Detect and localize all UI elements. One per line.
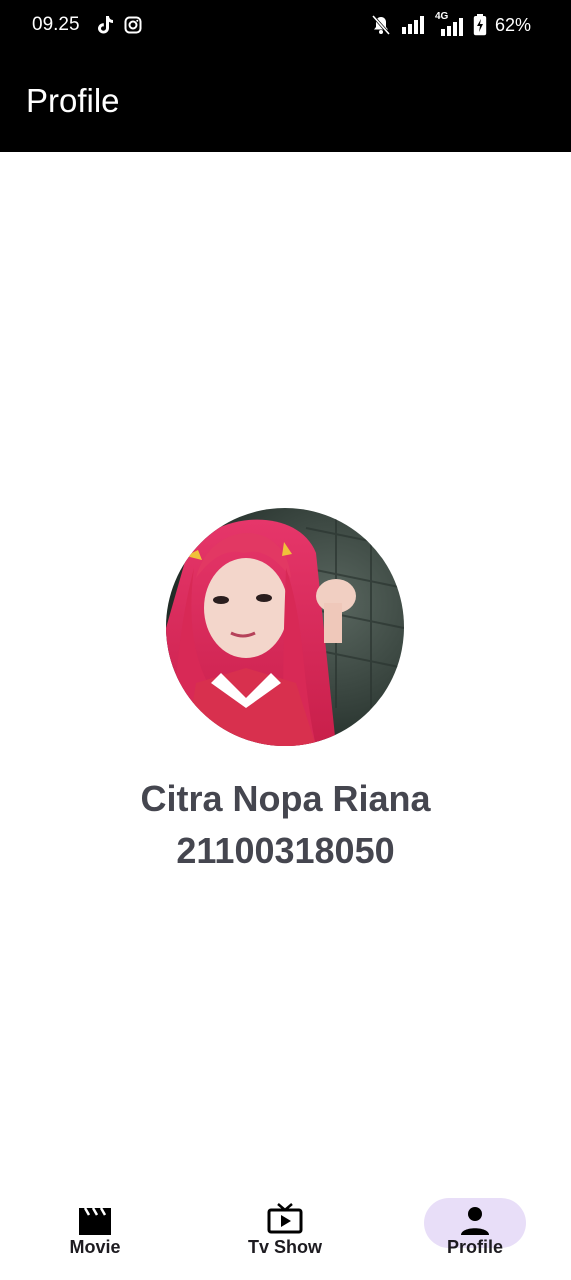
- nav-label-profile: Profile: [446, 1237, 503, 1257]
- signal-icon: [401, 16, 425, 34]
- movie-clapper-icon: [79, 1207, 111, 1235]
- status-time: 09.25: [32, 14, 80, 35]
- battery-percent: 62%: [494, 14, 531, 35]
- status-system-icons: 4G 62%: [369, 11, 531, 36]
- status-notification-icons: [96, 15, 142, 40]
- nav-item-movie[interactable]: Movie: [20, 1190, 170, 1260]
- instagram-icon: [124, 16, 142, 39]
- battery-icon: [473, 14, 487, 36]
- tv-icon: [267, 1203, 303, 1234]
- page-title: Profile: [26, 82, 120, 119]
- signal-4g-icon: 4G: [433, 11, 465, 36]
- tiktok-icon: [96, 15, 114, 40]
- nav-item-profile[interactable]: Profile: [400, 1190, 550, 1260]
- profile-id-number: 21100318050: [176, 830, 395, 871]
- app-bar: Profile: [0, 52, 571, 152]
- status-bar: 09.25 4G 62%: [0, 0, 571, 52]
- nav-label-tv-show: Tv Show: [247, 1237, 322, 1257]
- screen: 09.25 4G 62% Profile Citra Nopa Riana 21…: [0, 0, 571, 1280]
- person-icon: [461, 1207, 489, 1235]
- nav-label-movie: Movie: [69, 1237, 121, 1257]
- avatar: [166, 508, 404, 746]
- profile-name: Citra Nopa Riana: [140, 778, 431, 819]
- nav-item-tv-show[interactable]: Tv Show: [210, 1190, 360, 1260]
- bottom-navigation: Movie Tv Show Profile: [0, 1190, 571, 1280]
- mute-icon: [369, 15, 393, 35]
